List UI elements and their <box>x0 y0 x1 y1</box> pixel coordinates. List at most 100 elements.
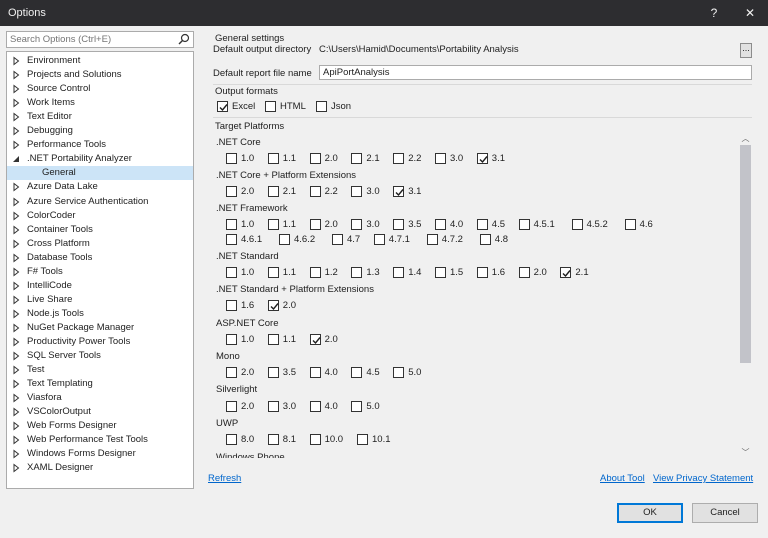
platform-version-checkbox[interactable]: 1.6 <box>226 298 254 312</box>
collapsed-arrow-icon[interactable] <box>12 251 22 265</box>
tree-item[interactable]: Performance Tools <box>7 138 193 152</box>
checkbox-icon[interactable] <box>309 152 321 164</box>
format-checkbox-json[interactable]: Json <box>316 99 351 113</box>
tree-item[interactable]: NuGet Package Manager <box>7 321 193 335</box>
tree-item[interactable]: Web Forms Designer <box>7 419 193 433</box>
checkbox-checked-icon[interactable] <box>309 333 321 345</box>
checkbox-icon[interactable] <box>309 400 321 412</box>
scroll-down-icon[interactable]: ﹀ <box>740 448 751 458</box>
format-checkbox-excel[interactable]: Excel <box>217 99 255 113</box>
tree-item[interactable]: Azure Service Authentication <box>7 195 193 209</box>
checkbox-icon[interactable] <box>265 100 276 112</box>
platform-version-checkbox[interactable]: 1.6 <box>476 265 505 279</box>
checkbox-checked-icon[interactable] <box>267 299 279 311</box>
checkbox-icon[interactable] <box>226 185 237 197</box>
checkbox-icon[interactable] <box>351 266 363 278</box>
search-icon[interactable] <box>178 33 190 48</box>
format-checkbox-html[interactable]: HTML <box>265 99 306 113</box>
tree-item[interactable]: ColorCoder <box>7 209 193 223</box>
checkbox-icon[interactable] <box>309 433 321 445</box>
platform-version-checkbox[interactable]: 10.1 <box>357 432 391 446</box>
target-platforms-list[interactable]: .NET Core 1.0 1.1 2.0 2.1 2.2 3.0 3.1 .NET Core … <box>213 135 752 458</box>
collapsed-arrow-icon[interactable] <box>12 96 22 110</box>
checkbox-icon[interactable] <box>351 152 363 164</box>
checkbox-checked-icon[interactable] <box>217 100 228 112</box>
checkbox-checked-icon[interactable] <box>560 266 572 278</box>
tree-item[interactable]: Cross Platform <box>7 237 193 251</box>
checkbox-icon[interactable] <box>351 218 363 230</box>
platform-version-checkbox[interactable]: 4.7.2 <box>426 232 463 246</box>
platform-version-checkbox[interactable]: 2.2 <box>309 184 338 198</box>
platform-version-checkbox[interactable]: 3.0 <box>351 217 380 231</box>
tree-item[interactable]: SQL Server Tools <box>7 349 193 363</box>
checkbox-icon[interactable] <box>309 218 321 230</box>
collapsed-arrow-icon[interactable] <box>12 195 22 209</box>
checkbox-icon[interactable] <box>393 366 405 378</box>
tree-item[interactable]: Projects and Solutions <box>7 68 193 82</box>
checkbox-icon[interactable] <box>226 366 237 378</box>
collapsed-arrow-icon[interactable] <box>12 419 22 433</box>
platform-version-checkbox[interactable]: 4.6 <box>624 217 653 231</box>
collapsed-arrow-icon[interactable] <box>12 124 22 138</box>
tree-item[interactable]: Node.js Tools <box>7 307 193 321</box>
tree-item[interactable]: Web Performance Test Tools <box>7 433 193 447</box>
checkbox-icon[interactable] <box>316 100 327 112</box>
ok-button[interactable]: OK <box>617 503 683 523</box>
checkbox-icon[interactable] <box>351 366 363 378</box>
platform-version-checkbox[interactable]: 2.1 <box>560 265 589 279</box>
platform-version-checkbox[interactable]: 2.0 <box>309 151 338 165</box>
checkbox-icon[interactable] <box>226 266 237 278</box>
platform-version-checkbox[interactable]: 2.0 <box>226 184 254 198</box>
platform-version-checkbox[interactable]: 3.1 <box>393 184 421 198</box>
platform-version-checkbox[interactable]: 2.0 <box>226 399 254 413</box>
checkbox-icon[interactable] <box>267 400 279 412</box>
checkbox-icon[interactable] <box>518 266 530 278</box>
checkbox-icon[interactable] <box>426 233 438 245</box>
checkbox-icon[interactable] <box>357 433 368 445</box>
platform-version-checkbox[interactable]: 1.5 <box>435 265 463 279</box>
platform-version-checkbox[interactable]: 2.0 <box>267 298 296 312</box>
checkbox-icon[interactable] <box>435 266 446 278</box>
tree-item[interactable]: Test <box>7 363 193 377</box>
checkbox-icon[interactable] <box>226 152 237 164</box>
checkbox-icon[interactable] <box>267 366 279 378</box>
platform-version-checkbox[interactable]: 4.0 <box>309 399 338 413</box>
platform-version-checkbox[interactable]: 4.5 <box>476 217 505 231</box>
platform-version-checkbox[interactable]: 4.5.2 <box>571 217 608 231</box>
tree-item[interactable]: Text Templating <box>7 377 193 391</box>
privacy-statement-link[interactable]: View Privacy Statement <box>653 473 753 484</box>
checkbox-checked-icon[interactable] <box>476 152 488 164</box>
collapsed-arrow-icon[interactable] <box>12 433 22 447</box>
checkbox-icon[interactable] <box>351 185 363 197</box>
collapsed-arrow-icon[interactable] <box>12 237 22 251</box>
checkbox-icon[interactable] <box>267 218 279 230</box>
collapsed-arrow-icon[interactable] <box>12 265 22 279</box>
browse-button[interactable]: ... <box>740 43 752 58</box>
tree-item[interactable]: Azure Data Lake <box>7 180 193 194</box>
checkbox-icon[interactable] <box>309 366 321 378</box>
platform-version-checkbox[interactable]: 1.2 <box>309 265 338 279</box>
about-tool-link[interactable]: About Tool <box>600 473 645 484</box>
platform-version-checkbox[interactable]: 5.0 <box>393 365 421 379</box>
platform-version-checkbox[interactable]: 2.1 <box>351 151 380 165</box>
checkbox-icon[interactable] <box>226 333 237 345</box>
collapsed-arrow-icon[interactable] <box>12 110 22 124</box>
platform-version-checkbox[interactable]: 3.0 <box>351 184 380 198</box>
platform-version-checkbox[interactable]: 4.7 <box>332 232 360 246</box>
collapsed-arrow-icon[interactable] <box>12 447 22 461</box>
checkbox-icon[interactable] <box>518 218 530 230</box>
checkbox-icon[interactable] <box>309 185 321 197</box>
platform-version-checkbox[interactable]: 4.6.1 <box>226 232 262 246</box>
checkbox-icon[interactable] <box>279 233 290 245</box>
collapsed-arrow-icon[interactable] <box>12 279 22 293</box>
collapsed-arrow-icon[interactable] <box>12 82 22 96</box>
scrollbar-thumb[interactable] <box>740 145 751 363</box>
platform-version-checkbox[interactable]: 4.0 <box>435 217 463 231</box>
checkbox-icon[interactable] <box>267 333 279 345</box>
report-name-input[interactable]: ApiPortAnalysis <box>319 65 752 80</box>
scroll-up-icon[interactable]: ︿ <box>740 134 751 144</box>
collapsed-arrow-icon[interactable] <box>12 209 22 223</box>
collapsed-arrow-icon[interactable] <box>12 68 22 82</box>
collapsed-arrow-icon[interactable] <box>12 391 22 405</box>
checkbox-icon[interactable] <box>393 218 405 230</box>
